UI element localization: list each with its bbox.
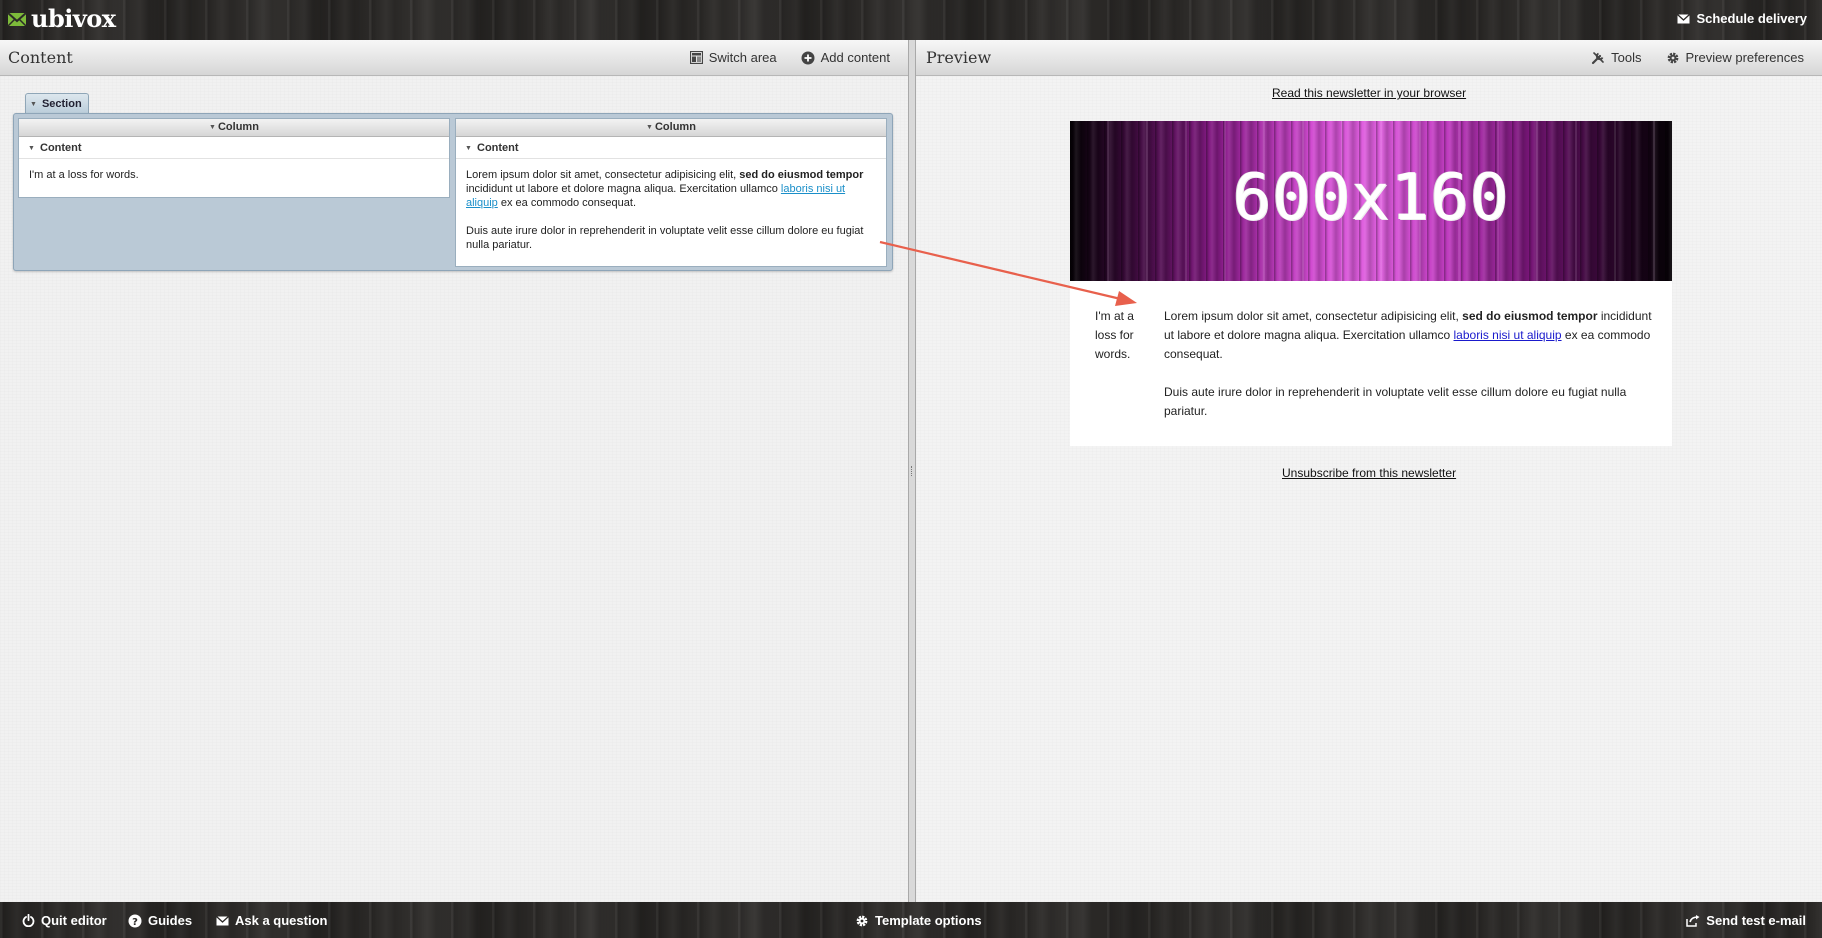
send-test-email-label: Send test e-mail — [1706, 913, 1806, 928]
top-bar: ubivox Schedule delivery — [0, 0, 1822, 40]
ubivox-logo[interactable]: ubivox — [7, 6, 116, 32]
envelope-icon — [216, 915, 229, 925]
preview-panel-header: Preview Tools Preview preferences — [916, 40, 1822, 76]
switch-area-label: Switch area — [708, 50, 777, 65]
guides-button[interactable]: ? Guides — [128, 913, 192, 928]
add-content-button[interactable]: Add content — [801, 50, 890, 65]
banner-image: 600x160 — [1070, 121, 1672, 281]
text-run: ex ea commodo consequat. — [497, 197, 637, 209]
content-paragraph-2: Duis aute irure dolor in reprehenderit i… — [466, 225, 864, 251]
ask-question-label: Ask a question — [235, 913, 328, 928]
panel-splitter[interactable] — [908, 40, 916, 902]
text-run: Lorem ipsum dolor sit amet, consectetur … — [466, 169, 740, 181]
plus-circle-icon — [801, 51, 815, 64]
content-panel-title: Content — [8, 48, 73, 67]
inline-link[interactable]: laboris nisi ut aliquip — [1454, 328, 1562, 342]
power-icon — [22, 914, 35, 927]
section-tab[interactable]: ▼ Section — [25, 93, 89, 114]
bold-text: sed do eiusmod tempor — [1462, 309, 1598, 323]
annotation-arrow — [879, 240, 1137, 306]
gear-icon — [856, 915, 868, 926]
read-in-browser-link[interactable]: Read this newsletter in your browser — [1272, 86, 1466, 100]
content-block-header[interactable]: ▼ Content — [19, 137, 449, 159]
content-block-label: Content — [477, 142, 519, 154]
preview-right-column: Lorem ipsum dolor sit amet, consectetur … — [1164, 307, 1654, 440]
content-block-label: Content — [40, 142, 82, 154]
preview-preferences-button[interactable]: Preview preferences — [1666, 50, 1805, 65]
content-text: I'm at a loss for words. — [29, 169, 139, 181]
svg-text:?: ? — [132, 917, 138, 928]
template-options-button[interactable]: Template options — [855, 913, 982, 928]
tools-button[interactable]: Tools — [1591, 50, 1642, 65]
section-tab-label: Section — [41, 98, 82, 110]
content-paragraph-1: Lorem ipsum dolor sit amet, consectetur … — [466, 168, 876, 210]
collapse-triangle-icon: ▼ — [30, 100, 37, 108]
content-block-body[interactable]: I'm at a loss for words. — [19, 159, 449, 182]
banner-placeholder-text: 600x160 — [1232, 161, 1510, 235]
text-run: incididunt ut labore et dolore magna ali… — [466, 183, 781, 195]
text-run: Lorem ipsum dolor sit amet, consectetur … — [1164, 309, 1463, 323]
preview-paragraph-2: Duis aute irure dolor in reprehenderit i… — [1164, 385, 1627, 418]
column-header-label: Column — [217, 121, 259, 133]
column-header[interactable]: ▼ Column — [19, 119, 449, 137]
add-content-label: Add content — [820, 50, 890, 65]
content-block-header[interactable]: ▼ Content — [456, 137, 886, 159]
switch-area-button[interactable]: Switch area — [689, 50, 777, 65]
logo-text: ubivox — [31, 4, 116, 33]
collapse-triangle-icon: ▼ — [28, 145, 35, 152]
guides-label: Guides — [148, 913, 193, 928]
splitter-grip[interactable] — [911, 466, 913, 476]
bold-text: sed do eiusmod tempor — [739, 169, 864, 181]
envelope-logo-icon — [7, 11, 27, 27]
gear-icon — [1667, 52, 1678, 63]
ask-question-button[interactable]: Ask a question — [216, 913, 327, 928]
tools-icon — [1592, 51, 1604, 64]
template-options-label: Template options — [875, 913, 982, 928]
column-header[interactable]: ▼ Column — [456, 119, 886, 137]
section-container: ▼ Column ▼ Content I'm at a loss for word… — [13, 113, 893, 271]
preview-panel-title: Preview — [926, 48, 992, 67]
quit-editor-label: Quit editor — [41, 913, 107, 928]
bottom-bar: Quit editor ? Guides Ask a question Temp… — [0, 902, 1822, 938]
quit-editor-button[interactable]: Quit editor — [22, 913, 107, 928]
column-2: ▼ Column ▼ Content Lorem ipsum dolor sit … — [455, 118, 887, 267]
send-test-email-button[interactable]: Send test e-mail — [1686, 913, 1806, 928]
collapse-triangle-icon: ▼ — [209, 124, 216, 131]
collapse-triangle-icon: ▼ — [465, 145, 472, 152]
content-block-body[interactable]: Lorem ipsum dolor sit amet, consectetur … — [456, 159, 886, 252]
content-panel-header: Content Switch area Add content — [0, 40, 908, 76]
tools-label: Tools — [1611, 50, 1642, 65]
column-header-label: Column — [654, 121, 696, 133]
schedule-delivery-button[interactable]: Schedule delivery — [1677, 11, 1807, 26]
layout-icon — [689, 51, 703, 64]
envelope-icon — [1677, 13, 1691, 23]
column-1: ▼ Column ▼ Content I'm at a loss for word… — [18, 118, 450, 198]
collapse-triangle-icon: ▼ — [646, 124, 653, 131]
send-icon — [1686, 914, 1700, 927]
newsletter-preview: 600x160 I'm at a loss for words. Lorem i… — [1070, 121, 1672, 446]
question-circle-icon: ? — [128, 914, 142, 928]
preview-preferences-label: Preview preferences — [1685, 50, 1805, 65]
schedule-delivery-label: Schedule delivery — [1696, 11, 1807, 26]
preview-paragraph-1: Lorem ipsum dolor sit amet, consectetur … — [1164, 307, 1654, 364]
unsubscribe-link[interactable]: Unsubscribe from this newsletter — [1282, 466, 1456, 480]
preview-left-column-text: I'm at a loss for words. — [1095, 309, 1134, 361]
